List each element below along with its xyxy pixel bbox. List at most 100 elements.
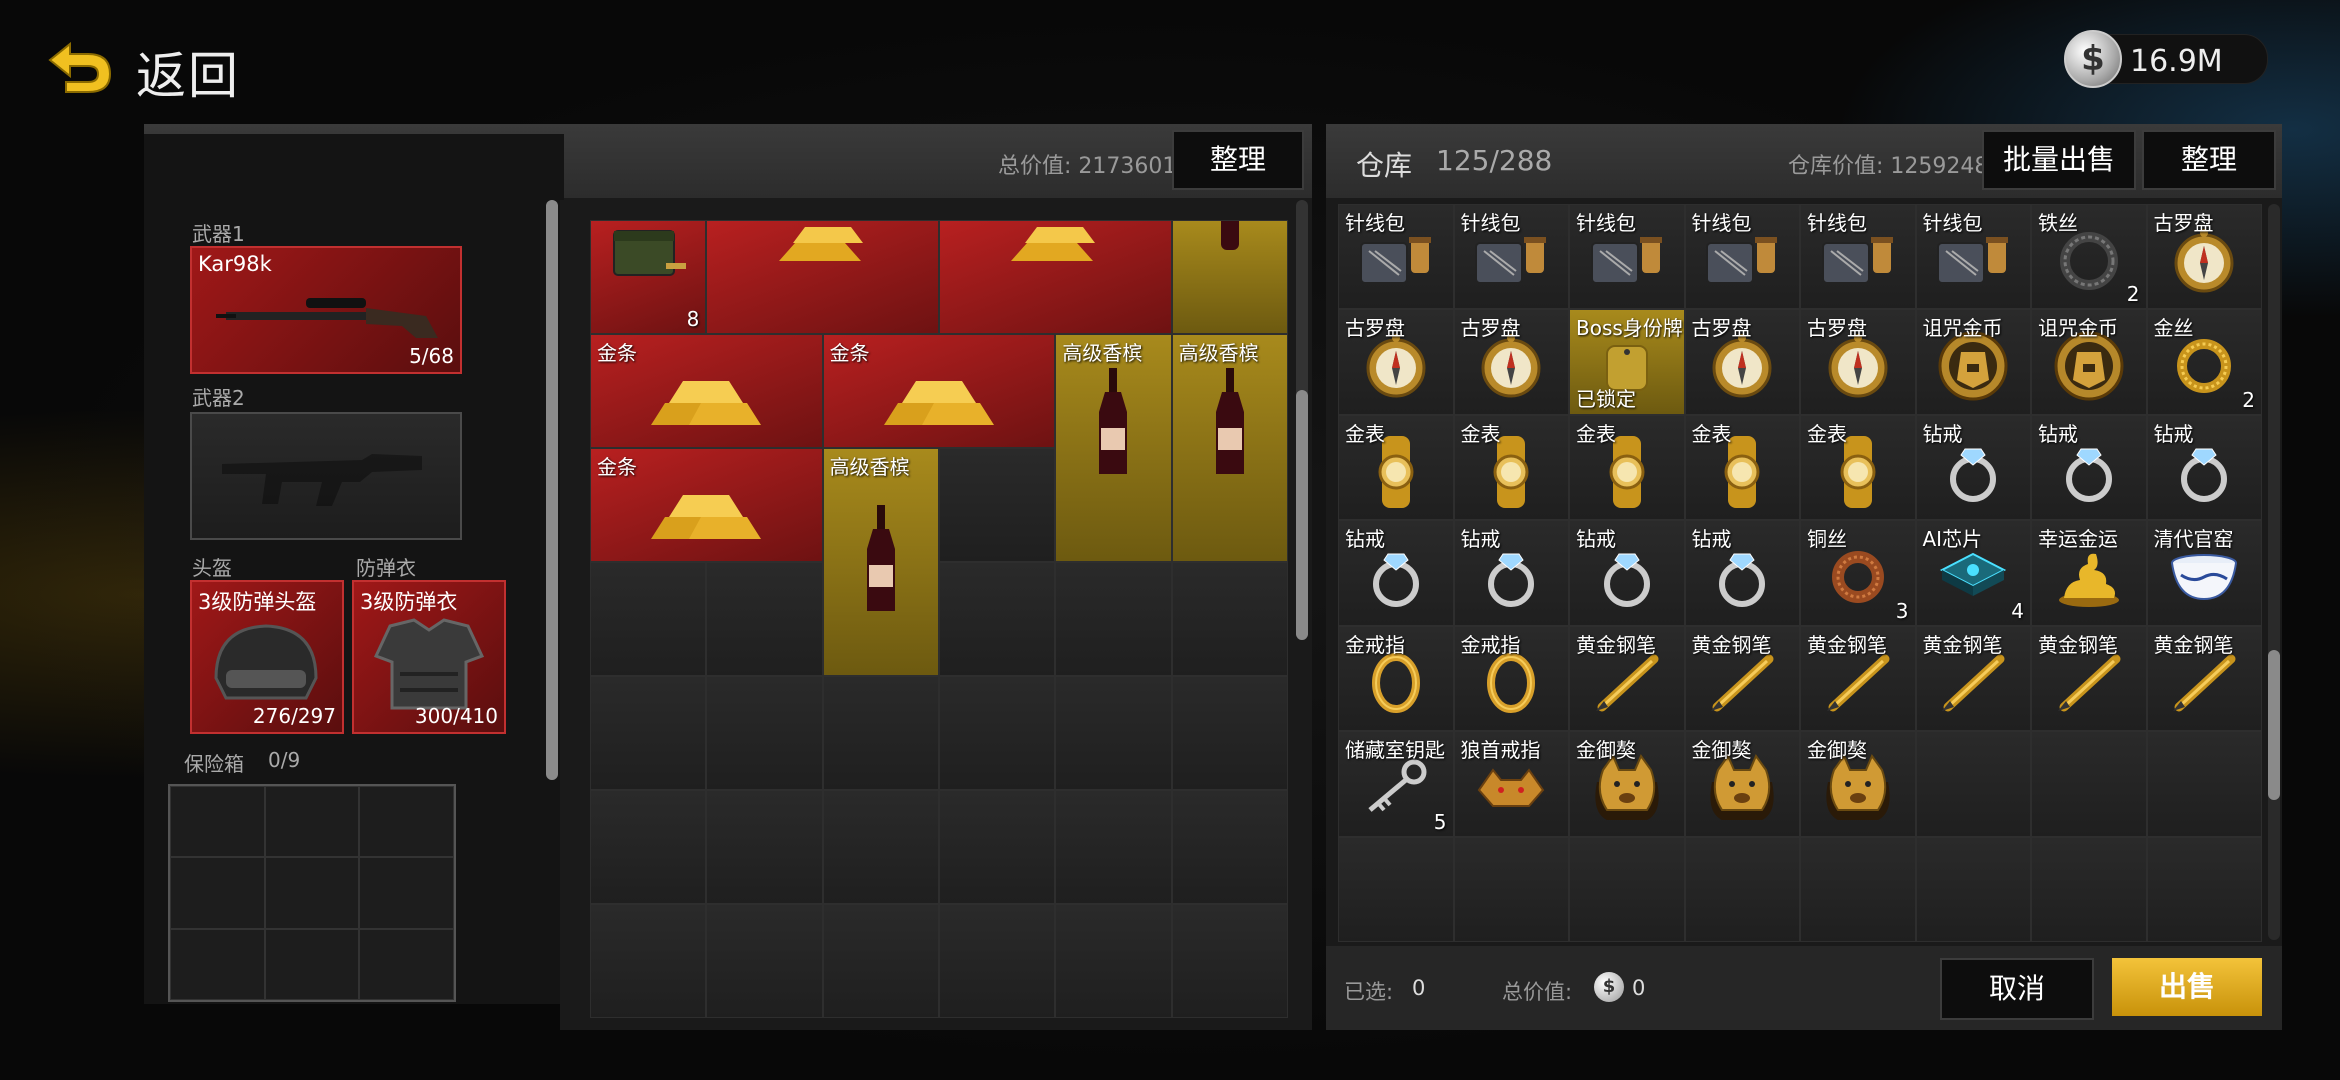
empty-slot[interactable] xyxy=(1453,836,1569,942)
safe-slot[interactable] xyxy=(264,786,360,858)
empty-slot[interactable] xyxy=(1055,562,1172,676)
empty-slot[interactable] xyxy=(1684,836,1800,942)
warehouse-item[interactable]: 铁丝 2 xyxy=(2031,204,2147,310)
warehouse-item[interactable]: 黄金钢笔 xyxy=(1569,625,1685,732)
helmet-slot[interactable]: 3级防弹头盔 276/297 xyxy=(190,580,344,734)
empty-slot[interactable] xyxy=(1055,676,1172,790)
safe-slot[interactable] xyxy=(264,928,360,1000)
empty-slot[interactable] xyxy=(1915,731,2031,837)
warehouse-item[interactable]: 针线包 xyxy=(1915,204,2031,310)
warehouse-item[interactable]: 针线包 xyxy=(1569,204,1685,310)
empty-slot[interactable] xyxy=(2146,836,2262,942)
warehouse-item[interactable]: 铜丝 3 xyxy=(1800,520,1916,626)
warehouse-item[interactable]: 幸运金运 xyxy=(2031,520,2147,626)
empty-slot[interactable] xyxy=(706,676,823,790)
weapon2-slot[interactable] xyxy=(190,412,462,540)
warehouse-item[interactable]: 金表 xyxy=(1569,414,1685,521)
warehouse-item[interactable]: 清代官窑 xyxy=(2146,520,2262,626)
warehouse-item[interactable]: 黄金钢笔 xyxy=(1915,625,2031,732)
warehouse-item[interactable]: 黄金钢笔 xyxy=(1800,625,1916,732)
warehouse-scroll-thumb[interactable] xyxy=(2268,650,2280,800)
warehouse-item[interactable]: Boss身份牌 已锁定 xyxy=(1569,309,1685,415)
backpack-scrollbar[interactable] xyxy=(1296,200,1308,640)
warehouse-item[interactable]: 古罗盘 xyxy=(2146,204,2262,310)
warehouse-item[interactable]: 古罗盘 xyxy=(1684,309,1800,415)
backpack-item[interactable]: 高级香槟 xyxy=(822,448,939,676)
warehouse-item[interactable]: 钻戒 xyxy=(1684,520,1800,626)
warehouse-item[interactable]: 金丝 2 xyxy=(2146,309,2262,415)
empty-slot[interactable] xyxy=(822,676,939,790)
safe-slot[interactable] xyxy=(359,786,454,858)
warehouse-item[interactable]: 金表 xyxy=(1338,414,1454,521)
warehouse-item[interactable]: 储藏室钥匙 5 xyxy=(1338,731,1454,837)
empty-slot[interactable] xyxy=(590,562,707,676)
warehouse-item[interactable]: 针线包 xyxy=(1453,204,1569,310)
weapon1-slot[interactable]: Kar98k 5/68 xyxy=(190,246,462,374)
backpack-item[interactable] xyxy=(1171,220,1288,334)
empty-slot[interactable] xyxy=(939,790,1056,904)
backpack-item[interactable]: 高级香槟 xyxy=(1171,334,1288,562)
warehouse-item[interactable]: 钻戒 xyxy=(1338,520,1454,626)
equipment-scroll-thumb[interactable] xyxy=(546,200,558,780)
empty-slot[interactable] xyxy=(1338,836,1454,942)
backpack-item[interactable]: 金条 xyxy=(822,334,1056,448)
empty-slot[interactable] xyxy=(939,904,1056,1018)
empty-slot[interactable] xyxy=(590,790,707,904)
warehouse-item[interactable]: 黄金钢笔 xyxy=(2146,625,2262,732)
empty-slot[interactable] xyxy=(1915,836,2031,942)
warehouse-item[interactable]: 针线包 xyxy=(1684,204,1800,310)
warehouse-item[interactable]: 诅咒金币 xyxy=(1915,309,2031,415)
warehouse-item[interactable]: 金戒指 xyxy=(1338,625,1454,732)
empty-slot[interactable] xyxy=(706,790,823,904)
warehouse-item[interactable]: 金御獒 xyxy=(1569,731,1685,837)
empty-slot[interactable] xyxy=(1171,790,1288,904)
safe-slot[interactable] xyxy=(359,857,454,929)
warehouse-sort-button[interactable]: 整理 xyxy=(2142,130,2276,190)
empty-slot[interactable] xyxy=(939,562,1056,676)
empty-slot[interactable] xyxy=(1055,790,1172,904)
empty-slot[interactable] xyxy=(1171,676,1288,790)
warehouse-item[interactable]: 狼首戒指 xyxy=(1453,731,1569,837)
equipment-scrollbar[interactable] xyxy=(546,200,558,780)
warehouse-item[interactable]: 钻戒 xyxy=(1915,414,2031,521)
empty-slot[interactable] xyxy=(939,676,1056,790)
cancel-button[interactable]: 取消 xyxy=(1940,958,2094,1020)
warehouse-item[interactable]: AI芯片 4 xyxy=(1915,520,2031,626)
empty-slot[interactable] xyxy=(2031,836,2147,942)
safe-slot[interactable] xyxy=(359,928,454,1000)
warehouse-item[interactable]: 针线包 xyxy=(1338,204,1454,310)
warehouse-item[interactable]: 针线包 xyxy=(1800,204,1916,310)
safe-slot[interactable] xyxy=(264,857,360,929)
warehouse-item[interactable]: 钻戒 xyxy=(1569,520,1685,626)
backpack-item[interactable]: 金条 xyxy=(590,334,823,448)
warehouse-item[interactable]: 古罗盘 xyxy=(1453,309,1569,415)
warehouse-item[interactable]: 金表 xyxy=(1800,414,1916,521)
warehouse-item[interactable]: 金表 xyxy=(1453,414,1569,521)
back-button-label[interactable]: 返回 xyxy=(136,36,240,108)
safe-slot[interactable] xyxy=(170,786,265,858)
backpack-item[interactable] xyxy=(706,220,939,334)
backpack-item[interactable]: 8 xyxy=(590,220,707,334)
warehouse-item[interactable]: 钻戒 xyxy=(1453,520,1569,626)
backpack-scroll-thumb[interactable] xyxy=(1296,390,1308,640)
empty-slot[interactable] xyxy=(706,562,823,676)
empty-slot[interactable] xyxy=(1569,836,1685,942)
warehouse-item[interactable]: 金御獒 xyxy=(1800,731,1916,837)
armor-slot[interactable]: 3级防弹衣 300/410 xyxy=(352,580,506,734)
sell-button[interactable]: 出售 xyxy=(2112,958,2262,1016)
warehouse-item[interactable]: 钻戒 xyxy=(2031,414,2147,521)
warehouse-item[interactable]: 金御獒 xyxy=(1684,731,1800,837)
backpack-item[interactable]: 金条 xyxy=(590,448,823,562)
warehouse-item[interactable]: 钻戒 xyxy=(2146,414,2262,521)
empty-slot[interactable] xyxy=(939,448,1056,562)
warehouse-item[interactable]: 黄金钢笔 xyxy=(1684,625,1800,732)
empty-slot[interactable] xyxy=(2031,731,2147,837)
backpack-item[interactable] xyxy=(939,220,1172,334)
empty-slot[interactable] xyxy=(706,904,823,1018)
empty-slot[interactable] xyxy=(1800,836,1916,942)
safe-box-grid[interactable] xyxy=(168,784,456,1002)
warehouse-item[interactable]: 黄金钢笔 xyxy=(2031,625,2147,732)
warehouse-scrollbar[interactable] xyxy=(2268,204,2280,940)
back-arrow-icon[interactable] xyxy=(36,38,116,98)
warehouse-item[interactable]: 金戒指 xyxy=(1453,625,1569,732)
